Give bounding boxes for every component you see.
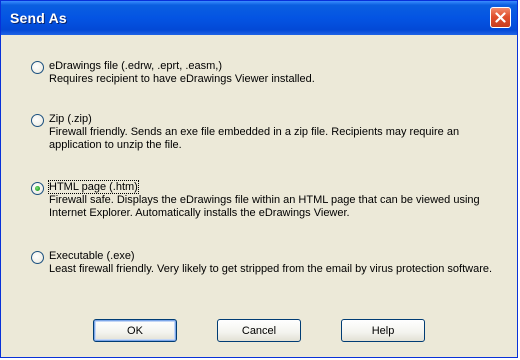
radio-executable[interactable] [31, 251, 44, 264]
radio-zip[interactable] [31, 114, 44, 127]
radio-selected-dot [35, 186, 40, 191]
help-button[interactable]: Help [341, 319, 425, 342]
option-description-executable: Least firewall friendly. Very likely to … [49, 263, 493, 275]
ok-button[interactable]: OK [93, 319, 177, 342]
option-label-zip[interactable]: Zip (.zip) [49, 113, 92, 125]
radio-edrawings[interactable] [31, 61, 44, 74]
send-as-dialog: Send As eDrawings file (.edrw, .eprt, .e… [0, 0, 518, 358]
title-bar[interactable]: Send As [1, 1, 517, 35]
dialog-title: Send As [10, 10, 67, 26]
option-description-edrawings: Requires recipient to have eDrawings Vie… [49, 73, 315, 85]
option-label-html[interactable]: HTML page (.htm) [48, 180, 139, 194]
cancel-button[interactable]: Cancel [217, 319, 301, 342]
option-label-executable[interactable]: Executable (.exe) [49, 250, 135, 262]
dialog-body: eDrawings file (.edrw, .eprt, .easm,) Re… [3, 35, 515, 355]
radio-html[interactable] [31, 182, 44, 195]
option-label-edrawings[interactable]: eDrawings file (.edrw, .eprt, .easm,) [49, 60, 222, 72]
option-description-html: Firewall safe. Displays the eDrawings fi… [49, 194, 480, 219]
close-icon [495, 12, 506, 23]
close-button[interactable] [490, 7, 511, 28]
option-description-zip: Firewall friendly. Sends an exe file emb… [49, 126, 460, 151]
